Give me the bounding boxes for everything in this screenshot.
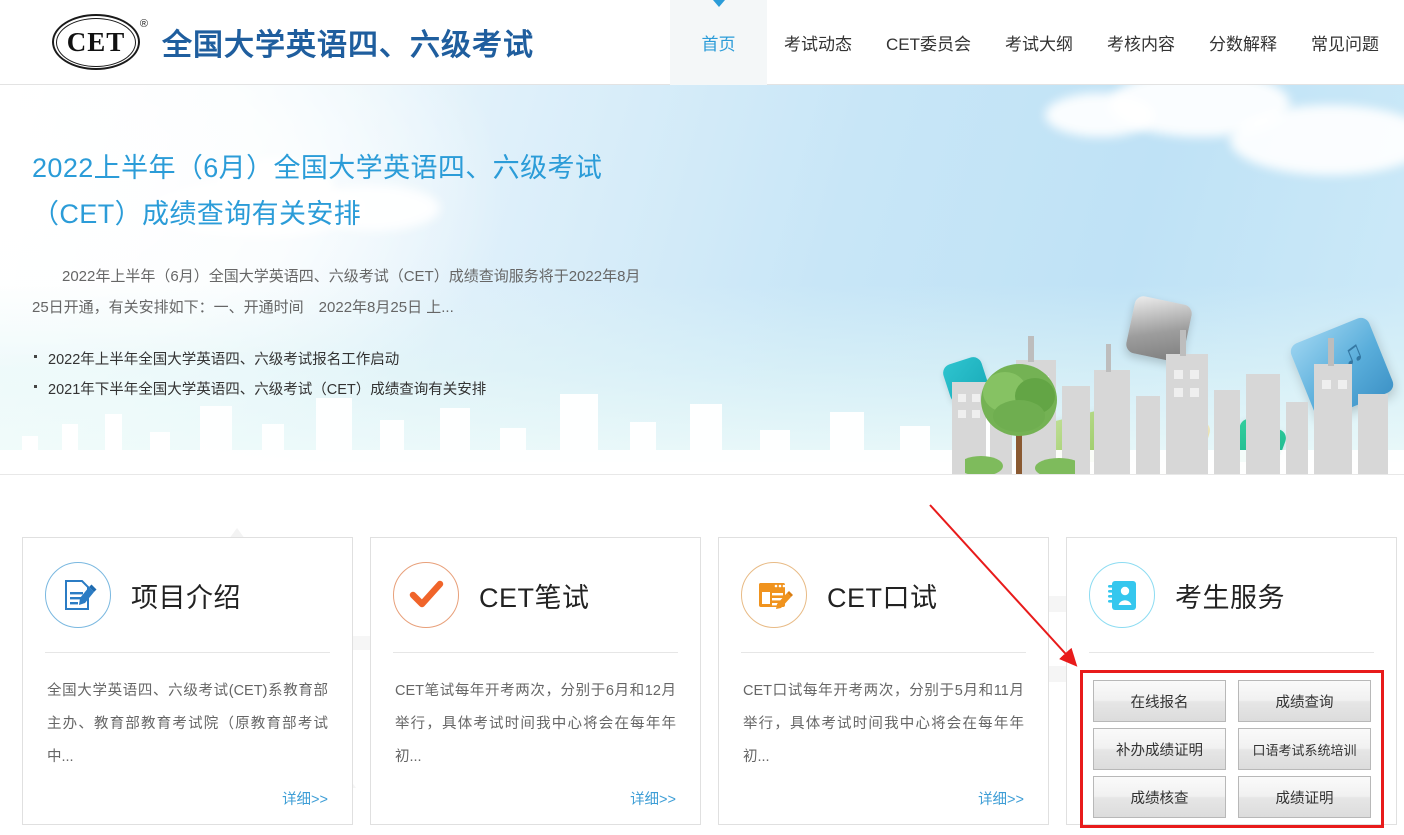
banner-text-block: 2022上半年（6月）全国大学英语四、六级考试（CET）成绩查询有关安排 202… <box>0 85 720 405</box>
service-button-reissue-score-certificate[interactable]: 补办成绩证明 <box>1093 728 1226 770</box>
tree-illustration <box>965 354 1075 474</box>
service-button-online-registration[interactable]: 在线报名 <box>1093 680 1226 722</box>
card-header: 考生服务 <box>1067 538 1396 652</box>
nav-right-spacer <box>1396 0 1404 85</box>
card-title: 考生服务 <box>1175 576 1285 615</box>
document-pencil-icon <box>45 562 111 628</box>
check-mark-icon <box>393 562 459 628</box>
card-header: CET口试 <box>719 538 1048 652</box>
list-item[interactable]: 2022年上半年全国大学英语四、六级考试报名工作启动 <box>32 345 720 375</box>
card-body: CET笔试每年开考两次，分别于6月和12月举行，具体考试时间我中心将会在每年年初… <box>371 653 700 809</box>
bullet-icon <box>34 355 37 358</box>
nav-item-label: 分数解释 <box>1209 30 1277 55</box>
nav-item-label: CET委员会 <box>886 30 971 55</box>
nav-item-faq[interactable]: 常见问题 <box>1294 0 1396 85</box>
chevron-down-icon <box>713 0 725 7</box>
nav-item-score-explanation[interactable]: 分数解释 <box>1192 0 1294 85</box>
nav-item-exam-news[interactable]: 考试动态 <box>767 0 869 85</box>
card-detail-link[interactable]: 详细>> <box>47 788 328 809</box>
card-divider <box>1089 652 1374 653</box>
card-description: CET口试每年开考两次，分别于5月和11月举行，具体考试时间我中心将会在每年年初… <box>743 675 1024 774</box>
nav-item-syllabus[interactable]: 考试大纲 <box>988 0 1090 85</box>
card-detail-link[interactable]: 详细>> <box>743 788 1024 809</box>
cet-oval-logo-icon: CET ® <box>52 14 148 70</box>
banner-headline[interactable]: 2022上半年（6月）全国大学英语四、六级考试（CET）成绩查询有关安排 <box>32 145 672 237</box>
card-body: 全国大学英语四、六级考试(CET)系教育部主办、教育部教育考试院（原教育部考试中… <box>23 653 352 809</box>
card-header: CET笔试 <box>371 538 700 652</box>
service-button-score-verification[interactable]: 成绩核查 <box>1093 776 1226 818</box>
list-item-label: 2021年下半年全国大学英语四、六级考试（CET）成绩查询有关安排 <box>48 382 486 398</box>
banner-news-list: 2022年上半年全国大学英语四、六级考试报名工作启动 2021年下半年全国大学英… <box>32 345 720 405</box>
registered-trademark-icon: ® <box>140 18 148 30</box>
nav-item-label: 考试大纲 <box>1005 30 1073 55</box>
nav-item-label: 考试动态 <box>784 30 852 55</box>
card-cet-oral-exam[interactable]: CET口试 CET口试每年开考两次，分别于5月和11月举行，具体考试时间我中心将… <box>718 537 1049 825</box>
card-body: CET口试每年开考两次，分别于5月和11月举行，具体考试时间我中心将会在每年年初… <box>719 653 1048 809</box>
bullet-icon <box>34 385 37 388</box>
site-header: CET ® 全国大学英语四、六级考试 首页 考试动态 CET委员会 考试大纲 考… <box>0 0 1404 85</box>
nav-item-home[interactable]: 首页 <box>670 0 767 85</box>
nav-item-assessment-content[interactable]: 考核内容 <box>1090 0 1192 85</box>
card-cet-written-exam[interactable]: CET笔试 CET笔试每年开考两次，分别于6月和12月举行，具体考试时间我中心将… <box>370 537 701 825</box>
card-description: CET笔试每年开考两次，分别于6月和12月举行，具体考试时间我中心将会在每年年初… <box>395 675 676 774</box>
card-title: CET口试 <box>827 576 938 615</box>
exam-window-pencil-icon <box>741 562 807 628</box>
red-highlight-box: 在线报名 成绩查询 补办成绩证明 口语考试系统培训 成绩核查 成绩证明 <box>1080 670 1384 828</box>
nav-item-label: 首页 <box>702 30 736 55</box>
cloud-decoration <box>1230 105 1404 175</box>
card-title: CET笔试 <box>479 576 590 615</box>
nav-item-cet-committee[interactable]: CET委员会 <box>869 0 988 85</box>
card-detail-link[interactable]: 详细>> <box>395 788 676 809</box>
hero-banner: ♫ <box>0 85 1404 475</box>
main-nav: 首页 考试动态 CET委员会 考试大纲 考核内容 分数解释 常见问题 <box>670 0 1404 85</box>
card-project-intro[interactable]: 项目介绍 全国大学英语四、六级考试(CET)系教育部主办、教育部教育考试院（原教… <box>22 537 353 825</box>
service-button-score-certificate[interactable]: 成绩证明 <box>1238 776 1371 818</box>
card-title: 项目介绍 <box>131 576 241 615</box>
list-item-label: 2022年上半年全国大学英语四、六级考试报名工作启动 <box>48 352 399 368</box>
banner-summary: 2022年上半年（6月）全国大学英语四、六级考试（CET）成绩查询服务将于202… <box>32 261 652 323</box>
list-item[interactable]: 2021年下半年全国大学英语四、六级考试（CET）成绩查询有关安排 <box>32 375 720 405</box>
page-root: CET ® 全国大学英语四、六级考试 首页 考试动态 CET委员会 考试大纲 考… <box>0 0 1404 835</box>
brand: CET ® 全国大学英语四、六级考试 <box>52 14 534 70</box>
service-button-score-query[interactable]: 成绩查询 <box>1238 680 1371 722</box>
cloud-decoration <box>1045 93 1155 137</box>
nav-item-label: 常见问题 <box>1311 30 1379 55</box>
logo-text: CET <box>52 14 140 70</box>
card-description: 全国大学英语四、六级考试(CET)系教育部主办、教育部教育考试院（原教育部考试中… <box>47 675 328 774</box>
card-header: 项目介绍 <box>23 538 352 652</box>
nav-item-label: 考核内容 <box>1107 30 1175 55</box>
brand-title: 全国大学英语四、六级考试 <box>162 20 534 64</box>
contact-book-icon <box>1089 562 1155 628</box>
service-button-oral-exam-system-training[interactable]: 口语考试系统培训 <box>1238 728 1371 770</box>
